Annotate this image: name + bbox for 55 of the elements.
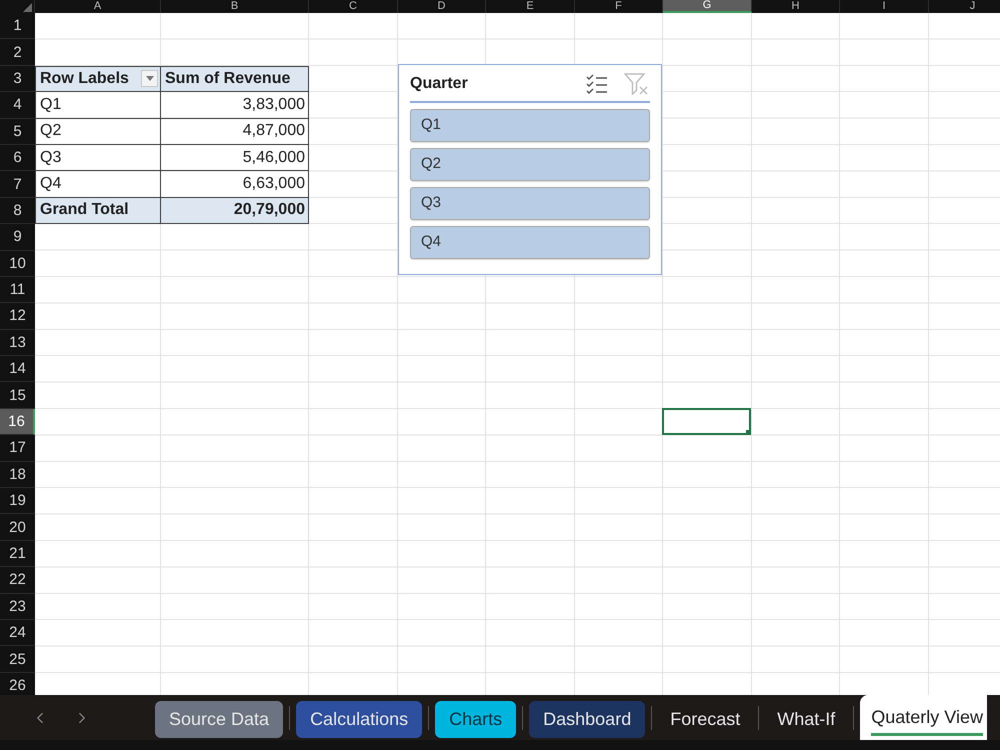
pivot-header-cell: Sum of Revenue xyxy=(161,66,309,92)
row-header[interactable]: 7 xyxy=(0,171,35,198)
pivot-value: 5,46,000 xyxy=(161,144,309,172)
row-header[interactable]: 4 xyxy=(0,92,35,119)
row-header[interactable]: 20 xyxy=(0,514,35,541)
row-header[interactable]: 5 xyxy=(0,118,35,145)
column-header[interactable]: G xyxy=(663,0,752,13)
row-header[interactable]: 12 xyxy=(0,303,35,330)
row-header[interactable]: 22 xyxy=(0,567,35,594)
row-header[interactable]: 2 xyxy=(0,39,35,66)
row-header[interactable]: 25 xyxy=(0,646,35,673)
pivot-row-label: Q1 xyxy=(35,92,161,119)
pivot-value: 4,87,000 xyxy=(161,118,309,145)
sheet-tab[interactable]: What-If xyxy=(765,700,848,738)
row-header[interactable]: 21 xyxy=(0,540,35,568)
row-header[interactable]: 6 xyxy=(0,144,35,172)
sheet-tab[interactable]: Forecast xyxy=(658,700,752,738)
row-header[interactable]: 10 xyxy=(0,250,35,277)
row-header[interactable]: 9 xyxy=(0,224,35,251)
pivot-value: 3,83,000 xyxy=(161,92,309,119)
row-header[interactable]: 14 xyxy=(0,356,35,382)
pivot-row-label: Q2 xyxy=(35,118,161,145)
sheet-tab[interactable]: Charts xyxy=(435,700,516,738)
slicer-title: Quarter xyxy=(410,74,468,94)
sheet-tab[interactable]: Calculations xyxy=(296,700,422,738)
triangle-icon xyxy=(23,3,32,12)
row-header[interactable]: 24 xyxy=(0,620,35,646)
column-label: Row Labels xyxy=(40,70,129,87)
grand-total-label: Grand Total xyxy=(35,198,161,224)
slicer-item[interactable]: Q2 xyxy=(410,148,650,181)
sheet-tab[interactable]: Quaterly View xyxy=(860,695,987,740)
grand-total-value: 20,79,000 xyxy=(161,198,309,224)
row-header[interactable]: 26 xyxy=(0,672,35,695)
row-header[interactable]: 11 xyxy=(0,276,35,304)
slicer-item[interactable]: Q4 xyxy=(410,226,650,259)
row-header[interactable]: 18 xyxy=(0,462,35,488)
multi-select-icon[interactable] xyxy=(586,74,608,94)
row-header[interactable]: 1 xyxy=(0,13,35,40)
sheet-tab[interactable]: Dashboard xyxy=(529,700,646,738)
row-header[interactable]: 16 xyxy=(0,408,35,436)
row-header[interactable]: 23 xyxy=(0,594,35,620)
row-header[interactable]: 19 xyxy=(0,488,35,514)
selected-cell[interactable] xyxy=(662,408,751,436)
row-header[interactable]: 3 xyxy=(0,66,35,92)
caret-down-icon xyxy=(146,76,154,82)
pivot-row-label: Q3 xyxy=(35,144,161,172)
fill-handle[interactable] xyxy=(746,430,751,436)
row-header[interactable]: 15 xyxy=(0,382,35,409)
slicer-item[interactable]: Q3 xyxy=(410,187,650,220)
filter-dropdown-button[interactable] xyxy=(141,70,158,88)
row-header[interactable]: 17 xyxy=(0,435,35,462)
row-header[interactable]: 8 xyxy=(0,198,35,224)
row-header[interactable]: 13 xyxy=(0,330,35,356)
slicer-item[interactable]: Q1 xyxy=(410,109,650,142)
sheet-tab[interactable]: Source Data xyxy=(155,700,284,738)
